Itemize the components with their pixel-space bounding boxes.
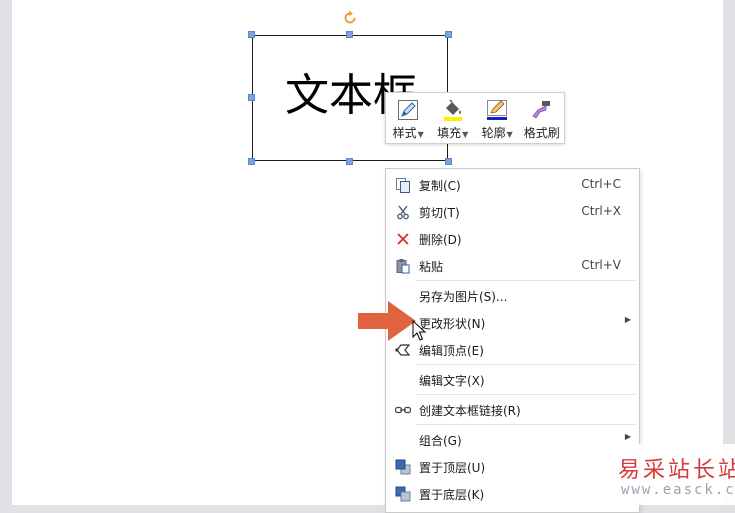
menu-item-label: 编辑文字(X) xyxy=(419,374,485,388)
menu-item-label: 删除(D) xyxy=(419,233,462,247)
fill-button[interactable]: 填充▼ xyxy=(431,93,476,143)
menu-item-label: 复制(C) xyxy=(419,179,461,193)
resize-handle-top-right[interactable] xyxy=(445,31,452,38)
mini-toolbar: 样式▼ 填充▼ 轮廓▼ 格式刷 xyxy=(385,92,565,144)
mouse-cursor-icon xyxy=(412,320,426,341)
menu-item-label: 组合(G) xyxy=(419,434,462,448)
fill-bucket-icon xyxy=(443,99,462,121)
resize-handle-top-left[interactable] xyxy=(248,31,255,38)
link-icon xyxy=(395,406,411,414)
menu-separator xyxy=(416,280,636,281)
menu-item-label: 另存为图片(S)... xyxy=(419,290,508,304)
menu-item-shortcut: Ctrl+X xyxy=(581,204,621,218)
menu-item-delete[interactable]: 删除(D) xyxy=(386,225,639,252)
format-painter-label: 格式刷 xyxy=(523,126,560,140)
style-pen-icon xyxy=(398,100,419,120)
menu-item-label: 更改形状(N) xyxy=(419,317,486,331)
chevron-down-icon: ▼ xyxy=(462,130,469,139)
outline-button[interactable]: 轮廓▼ xyxy=(475,93,520,143)
menu-item-shortcut: Ctrl+C xyxy=(581,177,621,191)
menu-item-label: 粘贴 xyxy=(419,260,444,274)
menu-item-cut[interactable]: 剪切(T) Ctrl+X xyxy=(386,198,639,225)
resize-handle-top[interactable] xyxy=(346,31,353,38)
menu-item-label: 创建文本框链接(R) xyxy=(419,404,521,418)
watermark: 易采站长站 www.easck.com xyxy=(601,444,735,505)
menu-item-edit-text[interactable]: 编辑文字(X) xyxy=(386,366,639,393)
watermark-title: 易采站长站 xyxy=(618,458,735,483)
submenu-arrow-icon: ▶ xyxy=(624,315,631,324)
resize-handle-bottom-right[interactable] xyxy=(445,158,452,165)
resize-handle-left[interactable] xyxy=(248,94,255,101)
menu-item-label: 剪切(T) xyxy=(419,206,460,220)
scissors-icon xyxy=(397,205,409,220)
style-button[interactable]: 样式▼ xyxy=(386,93,431,143)
watermark-url: www.easck.com xyxy=(621,482,735,498)
chevron-down-icon: ▼ xyxy=(417,130,424,139)
menu-separator xyxy=(416,424,636,425)
outline-pencil-icon xyxy=(487,100,508,120)
menu-item-label: 编辑顶点(E) xyxy=(419,344,484,358)
resize-handle-bottom-left[interactable] xyxy=(248,158,255,165)
menu-item-label: 置于顶层(U) xyxy=(419,461,486,475)
submenu-arrow-icon: ▶ xyxy=(624,432,631,441)
annotation-arrow-icon xyxy=(358,301,416,341)
menu-item-label: 置于底层(K) xyxy=(419,488,485,502)
send-to-back-icon xyxy=(395,486,411,502)
bring-to-front-icon xyxy=(395,459,411,475)
resize-handle-bottom[interactable] xyxy=(346,158,353,165)
menu-item-copy[interactable]: 复制(C) Ctrl+C xyxy=(386,171,639,198)
menu-item-paste[interactable]: 粘贴 Ctrl+V xyxy=(386,252,639,279)
format-painter-icon xyxy=(532,101,550,119)
edit-points-icon xyxy=(395,344,411,356)
menu-item-shortcut: Ctrl+V xyxy=(581,258,621,272)
paste-icon xyxy=(396,259,410,274)
menu-separator xyxy=(416,394,636,395)
menu-separator xyxy=(416,364,636,365)
copy-icon xyxy=(396,178,410,193)
outline-label: 轮廓 xyxy=(481,126,506,140)
chevron-down-icon: ▼ xyxy=(506,130,513,139)
format-painter-button[interactable]: 格式刷 xyxy=(520,93,565,143)
delete-x-icon xyxy=(397,233,409,245)
rotate-handle-icon[interactable] xyxy=(342,10,358,26)
menu-item-save-as-picture[interactable]: 另存为图片(S)... xyxy=(386,282,639,309)
fill-label: 填充 xyxy=(437,126,462,140)
style-label: 样式 xyxy=(392,126,417,140)
menu-item-create-textbox-link[interactable]: 创建文本框链接(R) xyxy=(386,396,639,423)
